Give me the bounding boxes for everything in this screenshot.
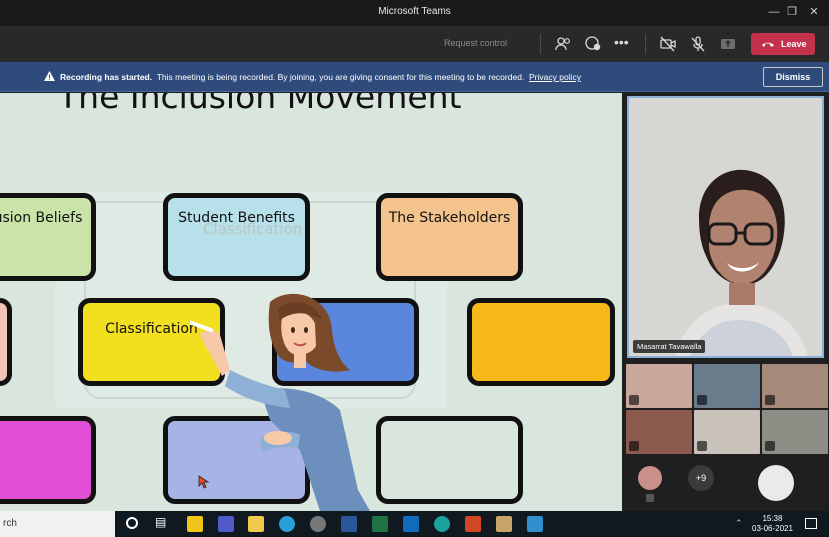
more-options-icon[interactable]: ••• — [614, 35, 632, 53]
participant-tile[interactable] — [762, 364, 828, 408]
participant-grid — [624, 362, 829, 456]
phone-hangup-icon — [762, 42, 774, 47]
paint-icon[interactable] — [496, 516, 512, 532]
chat-icon[interactable] — [584, 35, 602, 53]
shared-screen: The Inclusion Movement usion Beliefs Stu… — [0, 93, 622, 511]
edge-icon[interactable] — [279, 516, 295, 532]
chevron-up-icon[interactable]: ⌃ — [735, 518, 743, 529]
powerpoint-icon[interactable] — [465, 516, 481, 532]
slide-card — [376, 416, 523, 504]
ghost-card-label: Classification — [203, 220, 303, 238]
participant-overflow-row: +9 — [624, 457, 829, 511]
mic-off-icon — [697, 395, 707, 405]
windows-taskbar: rch ▤ ⌃ 15:38 03-06-2021 — [0, 511, 829, 537]
banner-text: This meeting is being recorded. By joini… — [156, 72, 525, 82]
card-label: The Stakeholders — [388, 210, 511, 226]
leave-label: Leave — [781, 39, 807, 49]
slide-card — [467, 298, 615, 386]
excel-icon[interactable] — [372, 516, 388, 532]
notifications-icon[interactable] — [805, 518, 817, 529]
banner-message: Recording has started. This meeting is b… — [60, 72, 581, 82]
toolbar-divider — [540, 34, 541, 54]
mic-off-icon — [765, 441, 775, 451]
presenter-video[interactable]: Masarrat Tavawalla — [627, 96, 824, 358]
taskbar-clock[interactable]: 15:38 03-06-2021 — [752, 514, 793, 534]
task-view-icon[interactable]: ▤ — [155, 515, 166, 529]
meeting-toolbar: Request control ••• Leave — [0, 26, 829, 62]
close-icon[interactable]: ✕ — [806, 4, 822, 20]
warning-icon — [44, 71, 55, 81]
mouse-cursor-icon — [198, 475, 210, 489]
window-titlebar: Microsoft Teams — ❐ ✕ — [0, 0, 829, 26]
participant-tile[interactable] — [762, 410, 828, 454]
participant-tile[interactable] — [626, 410, 692, 454]
avatar[interactable] — [638, 466, 662, 490]
mic-off-icon — [646, 494, 654, 502]
slide-card — [0, 416, 96, 504]
mic-off-icon — [629, 395, 639, 405]
teacher-illustration — [190, 293, 370, 511]
share-screen-icon[interactable] — [719, 35, 737, 53]
overflow-count-badge[interactable]: +9 — [688, 465, 714, 491]
cortana-icon[interactable] — [126, 517, 138, 529]
toolbar-divider — [645, 34, 646, 54]
taskbar-search[interactable]: rch — [0, 511, 115, 537]
request-control-button[interactable]: Request control — [444, 38, 507, 48]
maximize-icon[interactable]: ❐ — [784, 4, 800, 20]
mic-off-icon — [629, 441, 639, 451]
banner-heading: Recording has started. — [60, 72, 153, 82]
mic-off-icon — [697, 441, 707, 451]
presenter-name-tag: Masarrat Tavawalla — [633, 340, 706, 353]
participant-tile[interactable] — [694, 364, 760, 408]
participants-icon[interactable] — [554, 35, 572, 53]
recording-banner: Recording has started. This meeting is b… — [0, 62, 829, 92]
clock-date: 03-06-2021 — [752, 524, 793, 533]
teams-icon[interactable] — [218, 516, 234, 532]
card-label: usion Beliefs — [0, 210, 83, 226]
participant-tile[interactable] — [626, 364, 692, 408]
dismiss-button[interactable]: Dismiss — [763, 67, 823, 87]
presenter-photo — [629, 98, 822, 356]
slide-card: usion Beliefs — [0, 193, 96, 281]
file-explorer-icon[interactable] — [248, 516, 264, 532]
browser-icon[interactable] — [434, 516, 450, 532]
mic-off-icon — [765, 395, 775, 405]
slide-title: The Inclusion Movement — [58, 93, 462, 116]
privacy-policy-link[interactable]: Privacy policy — [529, 72, 581, 82]
mic-off-icon[interactable] — [689, 35, 707, 53]
mail-icon[interactable] — [403, 516, 419, 532]
slide-card: The Stakeholders — [376, 193, 523, 281]
word-icon[interactable] — [341, 516, 357, 532]
avatar[interactable] — [758, 465, 794, 501]
clock-time: 15:38 — [762, 514, 783, 523]
participant-tile[interactable] — [694, 410, 760, 454]
window-title: Microsoft Teams — [378, 6, 451, 17]
slide-card — [0, 298, 12, 386]
minimize-icon[interactable]: — — [766, 4, 782, 20]
presenter-name: Masarrat Tavawalla — [637, 342, 702, 351]
photos-icon[interactable] — [527, 516, 543, 532]
camera-off-icon[interactable] — [659, 35, 677, 53]
sticky-notes-icon[interactable] — [187, 516, 203, 532]
leave-button[interactable]: Leave — [751, 33, 815, 55]
settings-icon[interactable] — [310, 516, 326, 532]
